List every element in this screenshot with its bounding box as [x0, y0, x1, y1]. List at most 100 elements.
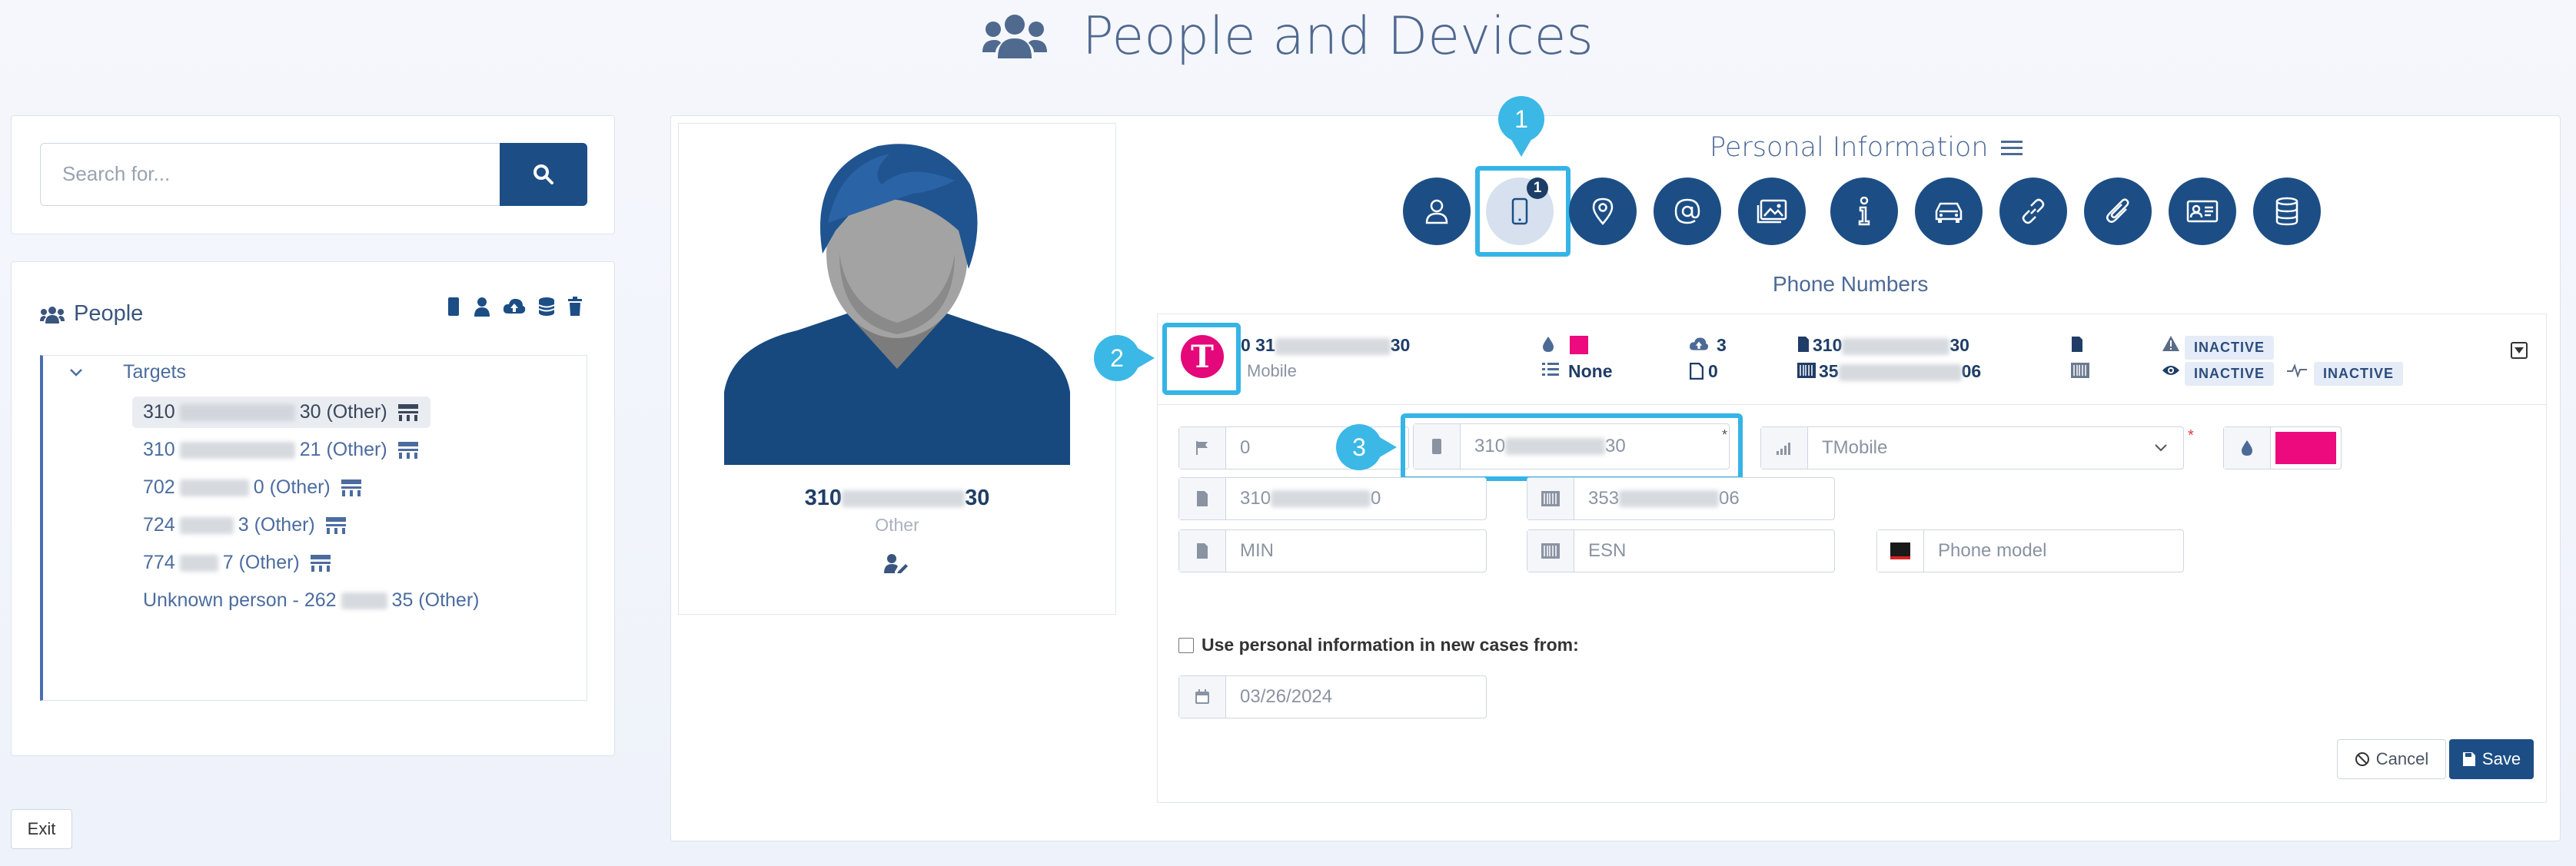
callout-2: 2	[1094, 335, 1140, 381]
tree-item-unknown-person[interactable]: Unknown person - 262 35 (Other)	[132, 585, 490, 616]
date-field[interactable]: 03/26/2024	[1178, 675, 1487, 718]
sim-card-icon	[1179, 478, 1226, 519]
car-icon	[1935, 202, 1963, 223]
phone-row-number: 0 31 30	[1241, 335, 1411, 355]
trash-icon[interactable]	[567, 297, 583, 317]
tree-item-target-2[interactable]: 310 21 (Other)	[132, 434, 430, 466]
sim-card-icon	[2072, 337, 2082, 352]
redacted-blur	[1275, 337, 1391, 355]
phone-row-imsi: 310 30	[1813, 335, 1969, 355]
hierarchy-icon[interactable]	[309, 554, 332, 572]
redacted-blur	[179, 479, 249, 496]
esn-field[interactable]: ESN	[1527, 529, 1835, 572]
search-input[interactable]: Search for...	[40, 143, 500, 206]
tree-item-target-5[interactable]: 774 7 (Other)	[132, 547, 343, 579]
heartbeat-icon	[2287, 363, 2307, 377]
signal-icon	[1761, 427, 1808, 469]
sim-card-icon	[1179, 530, 1226, 572]
link-icon	[2022, 198, 2045, 224]
redacted-blur	[179, 441, 295, 459]
redacted-blur	[1505, 438, 1606, 455]
color-swatch[interactable]	[2275, 432, 2336, 464]
required-asterisk: *	[2188, 427, 2194, 444]
phone-number-field[interactable]: 310 30	[1413, 423, 1730, 469]
caret-down-icon	[2515, 347, 2524, 353]
redacted-blur	[1619, 490, 1720, 507]
hierarchy-icon[interactable]	[397, 403, 420, 422]
info-icon	[1858, 197, 1870, 226]
callout-2-pointer	[1136, 347, 1155, 369]
phone-row-assignment: None	[1568, 361, 1613, 381]
carrier-select[interactable]: TMobile	[1760, 426, 2184, 469]
cloud-upload-icon[interactable]	[503, 297, 526, 317]
phone-icon[interactable]	[446, 297, 461, 317]
color-picker-field[interactable]	[2223, 426, 2342, 469]
people-toolbar	[446, 297, 583, 317]
tree-root[interactable]: Targets	[69, 361, 186, 383]
exit-button[interactable]: Exit	[11, 809, 72, 849]
status-badge: INACTIVE	[2185, 336, 2275, 360]
imsi-field[interactable]: 310 0	[1178, 477, 1487, 520]
database-icon[interactable]	[538, 297, 555, 317]
color-drop-icon	[1543, 337, 1554, 352]
category-info-button[interactable]	[1830, 178, 1898, 245]
personal-info-title: Personal Information	[1710, 132, 2023, 163]
category-person-button[interactable]	[1403, 178, 1471, 245]
imei-field[interactable]: 353 06	[1527, 477, 1835, 520]
redacted-blur	[341, 592, 387, 609]
hierarchy-icon[interactable]	[397, 441, 420, 460]
hierarchy-icon[interactable]	[340, 479, 363, 497]
hierarchy-icon[interactable]	[324, 516, 347, 535]
phone-row-color	[1570, 336, 1588, 354]
tree-item-target-4[interactable]: 724 3 (Other)	[132, 509, 358, 541]
search-button[interactable]	[500, 143, 587, 206]
callout-3: 3	[1336, 424, 1382, 470]
tree-item-target-3[interactable]: 702 0 (Other)	[132, 472, 374, 503]
use-personal-info-checkbox[interactable]	[1178, 637, 1194, 653]
chevron-down-icon	[2155, 444, 2167, 452]
database-icon	[2275, 197, 2298, 226]
flag-icon	[1179, 427, 1226, 469]
category-vehicle-button[interactable]	[1915, 178, 1983, 245]
barcode-icon	[1797, 363, 1816, 378]
cloud-upload-icon	[1690, 337, 1709, 350]
category-location-button[interactable]	[1569, 178, 1637, 245]
use-personal-info-checkbox-row[interactable]: Use personal information in new cases fr…	[1178, 635, 1579, 655]
warning-icon	[2162, 336, 2179, 351]
phone-model-field[interactable]: Phone model	[1876, 529, 2184, 572]
at-sign-icon	[1674, 198, 1700, 224]
page-title: People and Devices	[0, 6, 2576, 71]
row-expand-button[interactable]	[2511, 342, 2528, 359]
activity-badge: INACTIVE	[2314, 362, 2404, 386]
redacted-blur	[1271, 490, 1371, 507]
phone-row-upload-count: 3	[1717, 335, 1727, 355]
category-attachments-button[interactable]	[2084, 178, 2152, 245]
redacted-blur	[179, 403, 295, 421]
tree-item-target-1[interactable]: 310 30 (Other)	[132, 397, 430, 428]
cancel-button[interactable]: Cancel	[2337, 739, 2446, 779]
add-person-icon[interactable]	[474, 297, 490, 317]
people-title: People	[74, 301, 144, 326]
visibility-badge: INACTIVE	[2185, 362, 2275, 386]
redacted-blur	[1842, 337, 1950, 355]
category-email-button[interactable]	[1654, 178, 1721, 245]
users-icon	[982, 11, 1048, 71]
person-icon	[1425, 199, 1448, 224]
chevron-down-icon[interactable]	[69, 368, 83, 377]
category-images-button[interactable]	[1738, 178, 1806, 245]
mobile-phone-icon	[1511, 197, 1528, 225]
menu-icon[interactable]	[2000, 139, 2023, 156]
barcode-icon	[2071, 363, 2089, 378]
category-id-card-button[interactable]	[2169, 178, 2236, 245]
user-edit-icon[interactable]	[884, 553, 909, 573]
category-database-button[interactable]	[2253, 178, 2321, 245]
min-field[interactable]: MIN	[1178, 529, 1487, 572]
redacted-blur	[179, 516, 234, 534]
sim-card-icon	[1798, 337, 1809, 352]
phone-icon	[1414, 424, 1461, 469]
carrier-logo: T	[1181, 335, 1224, 378]
save-icon	[2462, 752, 2475, 766]
phone-model-icon	[1877, 530, 1924, 572]
save-button[interactable]: Save	[2449, 739, 2534, 779]
category-links-button[interactable]	[1999, 178, 2067, 245]
